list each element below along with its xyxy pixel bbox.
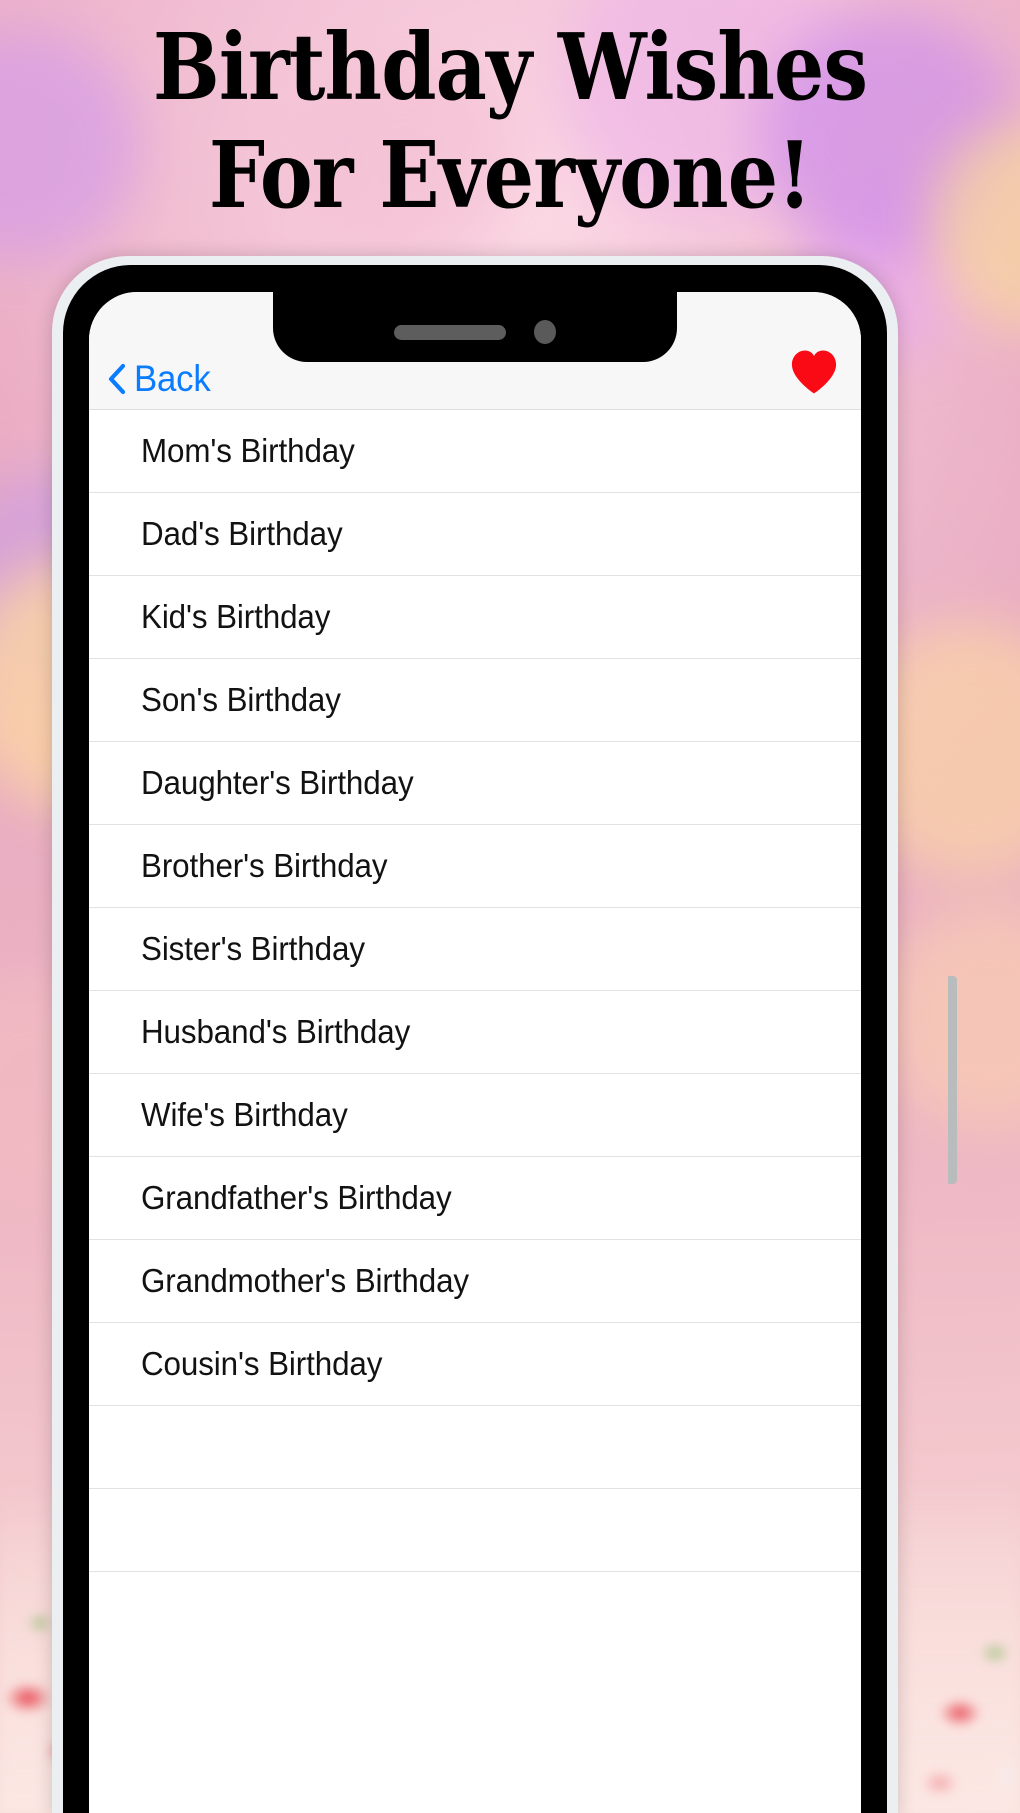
power-button[interactable] <box>948 976 957 1184</box>
birthday-category-list: Mom's Birthday Dad's Birthday Kid's Birt… <box>89 410 861 1572</box>
list-item[interactable]: Son's Birthday <box>89 659 861 742</box>
phone-display: Back Mom's Birthday Dad's Birthday Kid's… <box>89 292 861 1813</box>
list-item-label: Grandfather's Birthday <box>141 1179 452 1216</box>
phone-frame: Back Mom's Birthday Dad's Birthday Kid's… <box>63 265 887 1813</box>
list-item-label: Dad's Birthday <box>141 515 343 552</box>
list-item[interactable]: Grandmother's Birthday <box>89 1240 861 1323</box>
list-item-label: Grandmother's Birthday <box>141 1262 470 1299</box>
earpiece-speaker-icon <box>394 324 506 340</box>
list-item[interactable]: Grandfather's Birthday <box>89 1157 861 1240</box>
back-button[interactable]: Back <box>107 360 215 397</box>
list-item[interactable]: Sister's Birthday <box>89 908 861 991</box>
list-item <box>89 1489 861 1572</box>
list-item[interactable]: Mom's Birthday <box>89 410 861 493</box>
front-camera-icon <box>534 320 556 344</box>
list-item[interactable]: Kid's Birthday <box>89 576 861 659</box>
phone-notch <box>273 292 677 362</box>
back-button-label: Back <box>134 358 211 399</box>
list-item <box>89 1406 861 1489</box>
list-item[interactable]: Cousin's Birthday <box>89 1323 861 1406</box>
list-item[interactable]: Dad's Birthday <box>89 493 861 576</box>
heart-icon <box>791 350 837 394</box>
list-item-label: Husband's Birthday <box>141 1013 411 1050</box>
list-item[interactable]: Daughter's Birthday <box>89 742 861 825</box>
poster-screenshot: Birthday Wishes For Everyone! Back Mom's… <box>0 0 1020 1813</box>
list-item-label: Son's Birthday <box>141 681 341 718</box>
list-item-label: Kid's Birthday <box>141 598 331 635</box>
list-item-label: Mom's Birthday <box>141 432 355 469</box>
list-item-label: Sister's Birthday <box>141 930 365 967</box>
list-item[interactable]: Wife's Birthday <box>89 1074 861 1157</box>
list-item-label: Cousin's Birthday <box>141 1345 383 1382</box>
list-item-label: Brother's Birthday <box>141 847 388 884</box>
list-item-label: Daughter's Birthday <box>141 764 414 801</box>
poster-headline: Birthday Wishes For Everyone! <box>152 13 868 229</box>
list-item-label: Wife's Birthday <box>141 1096 348 1133</box>
favorite-button[interactable] <box>789 349 839 395</box>
phone-mockup: Back Mom's Birthday Dad's Birthday Kid's… <box>52 256 957 1813</box>
list-item[interactable]: Brother's Birthday <box>89 825 861 908</box>
list-item[interactable]: Husband's Birthday <box>89 991 861 1074</box>
chevron-left-icon <box>108 363 126 394</box>
